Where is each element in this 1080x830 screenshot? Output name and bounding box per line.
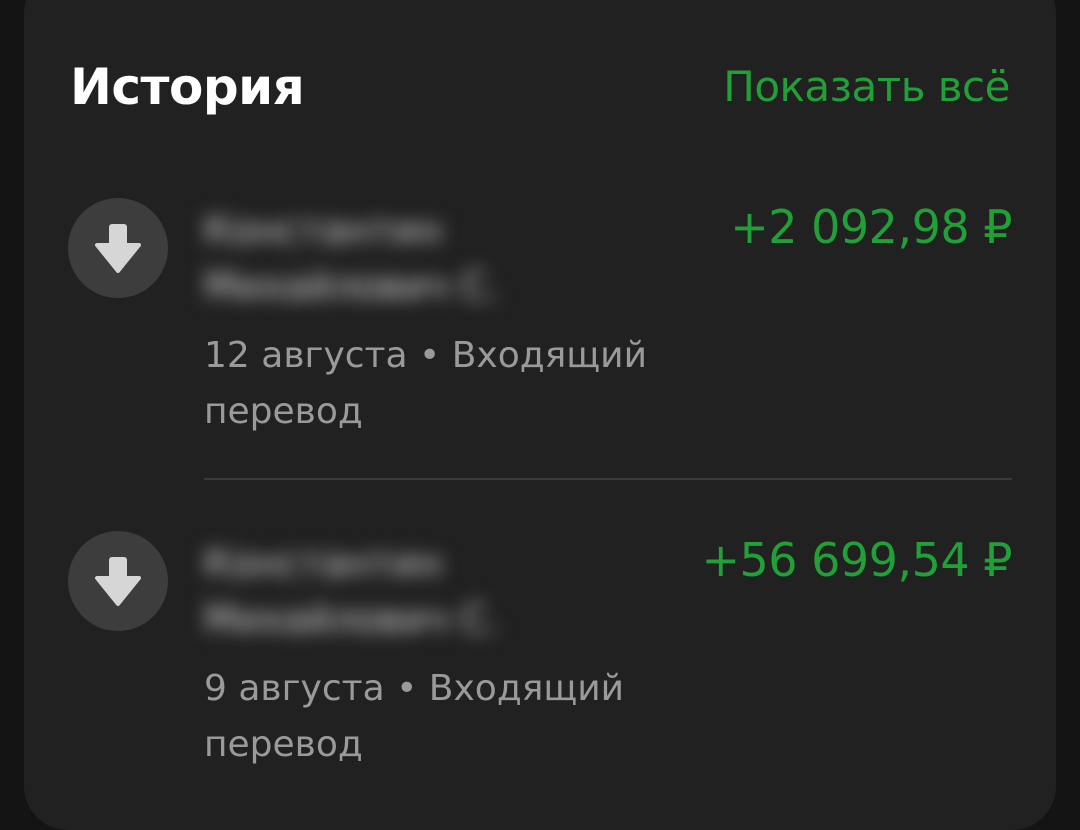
transaction-amount: +56 699,54 ₽ (701, 533, 1012, 587)
transaction-meta: 12 августа • Входящий перевод (204, 328, 674, 440)
arrow-down-icon (95, 557, 141, 606)
transaction-meta: 9 августа • Входящий перевод (204, 661, 674, 773)
incoming-transfer-icon-badge (68, 198, 168, 298)
sender-name-blurred: Константин Михайлович С. (204, 208, 500, 308)
history-title: История (70, 58, 305, 116)
divider (204, 478, 1012, 480)
history-header: История Показать всё (70, 58, 1010, 128)
sender-name-blurred: Константин Михайлович С. (204, 541, 500, 641)
meta-separator: • (407, 335, 452, 376)
show-all-link[interactable]: Показать всё (723, 62, 1010, 111)
meta-separator: • (384, 668, 429, 709)
incoming-transfer-icon-badge (68, 531, 168, 631)
transaction-amount: +2 092,98 ₽ (730, 200, 1012, 254)
transaction-date: 12 августа (204, 335, 408, 376)
transaction-date: 9 августа (204, 668, 385, 709)
arrow-down-icon (95, 224, 141, 273)
